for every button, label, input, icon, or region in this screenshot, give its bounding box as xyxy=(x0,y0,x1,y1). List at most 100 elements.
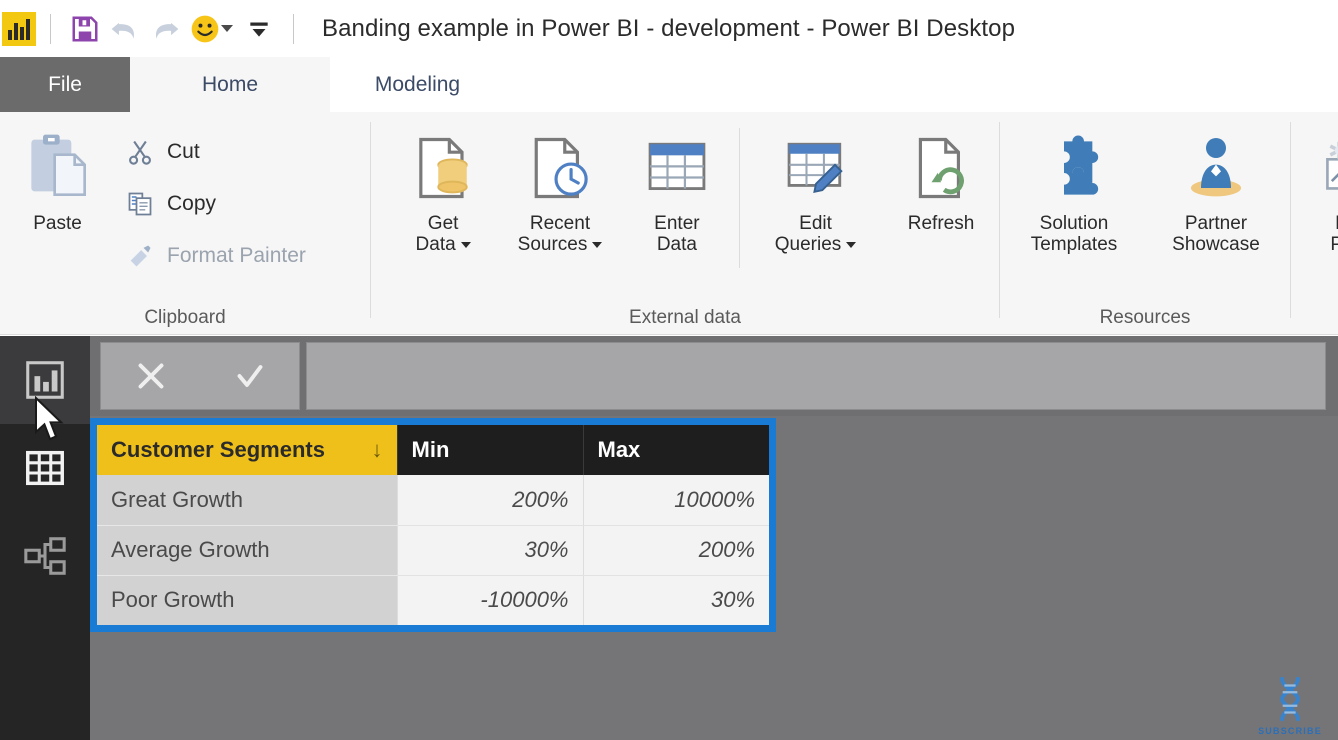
inner-separator xyxy=(739,128,740,268)
sidebar-item-model[interactable] xyxy=(0,512,90,600)
power-bi-desktop-window: Banding example in Power BI - developmen… xyxy=(0,0,1338,740)
cell-segment: Great Growth xyxy=(97,475,397,526)
get-data-caret-icon[interactable] xyxy=(460,241,471,248)
sidebar-item-report[interactable] xyxy=(0,336,90,424)
table-row[interactable]: Great Growth 200% 10000% xyxy=(97,475,769,526)
customize-quick-access-toolbar-button[interactable] xyxy=(239,8,279,50)
ribbon-group-overflow: N Pa xyxy=(1291,112,1338,335)
solution-templates-button[interactable]: Solution Templates xyxy=(1003,116,1145,288)
confirm-edit-button[interactable] xyxy=(200,343,299,409)
title-bar: Banding example in Power BI - developmen… xyxy=(0,0,1338,57)
table-header-row: Customer Segments ↓ Min Max xyxy=(97,425,769,475)
recent-sources-button[interactable]: Recent Sources xyxy=(497,116,623,288)
ribbon: Paste Cut Copy Format Painter Clipboard … xyxy=(0,112,1338,335)
send-a-smile-dropdown-icon[interactable] xyxy=(221,25,233,32)
banding-table: Customer Segments ↓ Min Max Great Growth… xyxy=(97,425,769,625)
cell-min: 200% xyxy=(396,475,583,526)
sort-descending-icon[interactable]: ↓ xyxy=(372,437,383,463)
cell-min: 30% xyxy=(396,525,583,576)
tab-modeling[interactable]: Modeling xyxy=(330,57,505,112)
send-a-smile-button[interactable] xyxy=(185,8,225,50)
enter-data-button[interactable]: Enter Data xyxy=(623,116,731,288)
paintbrush-icon xyxy=(123,242,157,270)
group-label-clipboard: Clipboard xyxy=(144,307,226,328)
clipboard-icon xyxy=(18,122,98,214)
copy-button[interactable]: Copy xyxy=(115,178,314,230)
new-page-button[interactable]: N Pa xyxy=(1299,116,1338,288)
refresh-button[interactable]: Refresh xyxy=(883,116,999,288)
cell-max: 30% xyxy=(582,575,769,625)
edit-queries-caret-icon[interactable] xyxy=(846,241,857,248)
person-icon xyxy=(1176,122,1256,214)
copy-label: Copy xyxy=(167,192,217,215)
table-grid-icon xyxy=(26,450,64,486)
table-body: Great Growth 200% 10000% Average Growth … xyxy=(97,475,769,625)
save-button[interactable] xyxy=(65,8,105,50)
group-label-resources: Resources xyxy=(1099,307,1191,328)
refresh-label: Refresh xyxy=(907,213,975,234)
bar-chart-icon xyxy=(26,361,64,399)
cell-max: 10000% xyxy=(582,475,769,526)
formula-bar-buttons xyxy=(100,342,300,410)
table-row[interactable]: Poor Growth -10000% 30% xyxy=(97,575,769,625)
solution-templates-label: Solution Templates xyxy=(1030,213,1118,255)
clipboard-small-buttons: Cut Copy Format Painter xyxy=(115,116,314,288)
formula-input[interactable] xyxy=(306,342,1326,410)
edit-queries-button[interactable]: Edit Queries xyxy=(748,116,883,288)
ribbon-group-external-data: Get Data Recent Sources Enter Data Edit … xyxy=(371,112,999,335)
get-data-label: Get Data xyxy=(416,213,471,255)
paste-button[interactable]: Paste xyxy=(0,116,115,288)
column-header-customer-segments-label: Customer Segments xyxy=(111,437,325,462)
sidebar-item-data[interactable] xyxy=(0,424,90,512)
partner-showcase-button[interactable]: Partner Showcase xyxy=(1145,116,1287,288)
new-page-icon xyxy=(1307,122,1338,214)
tab-file[interactable]: File xyxy=(0,57,130,112)
cell-segment: Average Growth xyxy=(97,525,397,576)
redo-button[interactable] xyxy=(145,8,185,50)
subscribe-watermark: SUBSCRIBE xyxy=(1248,660,1332,736)
table-icon xyxy=(639,122,715,214)
window-title: Banding example in Power BI - developmen… xyxy=(322,14,1016,42)
cut-label: Cut xyxy=(167,140,200,163)
copy-icon xyxy=(123,190,157,218)
formula-bar xyxy=(90,336,1338,416)
close-icon xyxy=(138,363,163,389)
power-bi-logo xyxy=(2,11,36,46)
puzzle-icon xyxy=(1034,122,1114,214)
table-visual[interactable]: Customer Segments ↓ Min Max Great Growth… xyxy=(90,418,776,632)
dna-helix-icon xyxy=(1280,676,1300,722)
cancel-edit-button[interactable] xyxy=(101,343,200,409)
relationships-icon xyxy=(24,537,66,575)
undo-button[interactable] xyxy=(105,8,145,50)
tab-home[interactable]: Home xyxy=(130,57,330,112)
cut-button[interactable]: Cut xyxy=(115,126,314,178)
watermark-label: SUBSCRIBE xyxy=(1258,726,1322,736)
column-header-max[interactable]: Max xyxy=(582,425,769,475)
cell-segment: Poor Growth xyxy=(97,575,397,625)
table-header: Customer Segments ↓ Min Max xyxy=(97,425,769,475)
paste-label: Paste xyxy=(33,213,82,234)
database-page-icon xyxy=(405,122,481,214)
format-painter-label: Format Painter xyxy=(167,244,306,267)
page-clock-icon xyxy=(522,122,598,214)
column-header-min[interactable]: Min xyxy=(396,425,583,475)
table-row[interactable]: Average Growth 30% 200% xyxy=(97,525,769,576)
recent-sources-label: Recent Sources xyxy=(518,213,603,255)
format-painter-button[interactable]: Format Painter xyxy=(115,230,314,282)
title-divider xyxy=(293,13,294,44)
table-pencil-icon xyxy=(778,122,854,214)
column-header-customer-segments[interactable]: Customer Segments ↓ xyxy=(97,425,397,475)
cell-min: -10000% xyxy=(396,575,583,625)
scissors-icon xyxy=(123,138,157,166)
group-label-external-data: External data xyxy=(629,307,741,328)
edit-queries-label: Edit Queries xyxy=(775,213,857,255)
get-data-button[interactable]: Get Data xyxy=(389,116,497,288)
page-refresh-icon xyxy=(903,122,979,214)
ribbon-tab-strip: File Home Modeling xyxy=(0,57,1338,112)
enter-data-label: Enter Data xyxy=(654,213,700,255)
ribbon-group-resources: Solution Templates Partner Showcase Reso… xyxy=(1000,112,1290,335)
recent-sources-caret-icon[interactable] xyxy=(592,241,603,248)
view-switcher-sidebar xyxy=(0,336,90,740)
toolbar-divider xyxy=(50,13,51,44)
partner-showcase-label: Partner Showcase xyxy=(1172,213,1260,255)
